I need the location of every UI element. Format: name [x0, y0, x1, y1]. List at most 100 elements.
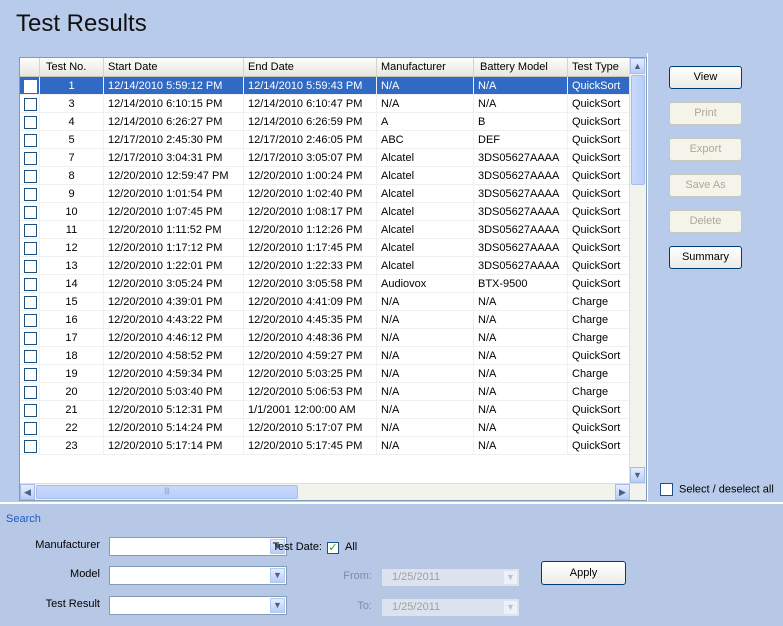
- test-date-label: Test Date:: [272, 541, 322, 553]
- table-row[interactable]: 21 12/20/2010 5:12:31 PM 1/1/2001 12:00:00…: [20, 401, 630, 419]
- row-checkbox[interactable]: [24, 242, 37, 255]
- cell-end-date: 12/20/2010 4:59:27 PM: [244, 347, 377, 365]
- scroll-left-icon[interactable]: ◀: [20, 484, 35, 500]
- header-battery-model[interactable]: Battery Model: [474, 58, 568, 76]
- view-button[interactable]: View: [669, 66, 742, 89]
- save-as-button[interactable]: Save As: [669, 174, 742, 197]
- row-checkbox[interactable]: [24, 368, 37, 381]
- header-test-type[interactable]: Test Type: [568, 58, 630, 76]
- cell-test-no: 16: [40, 311, 104, 329]
- table-row[interactable]: 17 12/20/2010 4:46:12 PM 12/20/2010 4:48:3…: [20, 329, 630, 347]
- cell-manufacturer: N/A: [377, 401, 474, 419]
- row-checkbox[interactable]: [24, 260, 37, 273]
- cell-start-date: 12/20/2010 1:17:12 PM: [104, 239, 244, 257]
- row-checkbox[interactable]: [24, 80, 37, 93]
- cell-end-date: 12/20/2010 1:02:40 PM: [244, 185, 377, 203]
- cell-test-no: 23: [40, 437, 104, 455]
- scroll-right-icon[interactable]: ▶: [615, 484, 630, 500]
- test-result-label: Test Result: [45, 598, 100, 610]
- row-checkbox[interactable]: [24, 188, 37, 201]
- from-date-picker[interactable]: 1/25/2011 ▼: [381, 568, 520, 587]
- scroll-up-icon[interactable]: ▲: [630, 58, 645, 74]
- row-checkbox[interactable]: [24, 386, 37, 399]
- to-date-picker[interactable]: 1/25/2011 ▼: [381, 598, 520, 617]
- cell-manufacturer: N/A: [377, 347, 474, 365]
- table-row[interactable]: 7 12/17/2010 3:04:31 PM 12/17/2010 3:05:07…: [20, 149, 630, 167]
- select-all-box[interactable]: [660, 483, 673, 496]
- table-row[interactable]: 4 12/14/2010 6:26:27 PM 12/14/2010 6:26:59…: [20, 113, 630, 131]
- row-checkbox[interactable]: [24, 314, 37, 327]
- row-checkbox[interactable]: [24, 296, 37, 309]
- row-checkbox-cell: [20, 419, 40, 437]
- select-all-checkbox[interactable]: Select / deselect all: [660, 483, 774, 496]
- cell-test-type: Charge: [568, 365, 630, 383]
- scroll-down-icon[interactable]: ▼: [630, 467, 645, 483]
- row-checkbox[interactable]: [24, 278, 37, 291]
- row-checkbox[interactable]: [24, 134, 37, 147]
- row-checkbox-cell: [20, 167, 40, 185]
- cell-start-date: 12/17/2010 3:04:31 PM: [104, 149, 244, 167]
- table-row[interactable]: 9 12/20/2010 1:01:54 PM 12/20/2010 1:02:40…: [20, 185, 630, 203]
- table-row[interactable]: 15 12/20/2010 4:39:01 PM 12/20/2010 4:41:0…: [20, 293, 630, 311]
- chevron-down-icon[interactable]: ▼: [503, 600, 518, 615]
- cell-test-no: 20: [40, 383, 104, 401]
- row-checkbox[interactable]: [24, 422, 37, 435]
- apply-button[interactable]: Apply: [541, 561, 626, 585]
- row-checkbox[interactable]: [24, 116, 37, 129]
- all-dates-checkbox[interactable]: ✓: [327, 542, 339, 554]
- table-row[interactable]: 12 12/20/2010 1:17:12 PM 12/20/2010 1:17:4…: [20, 239, 630, 257]
- cell-test-no: 21: [40, 401, 104, 419]
- horizontal-scrollbar[interactable]: ◀ ||| ▶: [20, 483, 646, 500]
- vertical-scrollbar[interactable]: ▲ ▼: [629, 58, 646, 483]
- model-combo[interactable]: ▼: [109, 566, 287, 585]
- test-result-combo[interactable]: ▼: [109, 596, 287, 615]
- row-checkbox[interactable]: [24, 152, 37, 165]
- table-row[interactable]: 14 12/20/2010 3:05:24 PM 12/20/2010 3:05:5…: [20, 275, 630, 293]
- table-row[interactable]: 18 12/20/2010 4:58:52 PM 12/20/2010 4:59:2…: [20, 347, 630, 365]
- cell-end-date: 12/20/2010 1:00:24 PM: [244, 167, 377, 185]
- horizontal-scroll-thumb[interactable]: |||: [36, 485, 298, 499]
- row-checkbox[interactable]: [24, 206, 37, 219]
- row-checkbox[interactable]: [24, 98, 37, 111]
- export-button[interactable]: Export: [669, 138, 742, 161]
- search-legend: Search: [6, 513, 41, 525]
- table-row[interactable]: 11 12/20/2010 1:11:52 PM 12/20/2010 1:12:2…: [20, 221, 630, 239]
- row-checkbox[interactable]: [24, 332, 37, 345]
- header-test-no[interactable]: Test No.: [40, 58, 104, 76]
- table-row[interactable]: 23 12/20/2010 5:17:14 PM 12/20/2010 5:17:4…: [20, 437, 630, 455]
- cell-manufacturer: N/A: [377, 419, 474, 437]
- table-row[interactable]: 8 12/20/2010 12:59:47 PM 12/20/2010 1:00:2…: [20, 167, 630, 185]
- table-row[interactable]: 13 12/20/2010 1:22:01 PM 12/20/2010 1:22:3…: [20, 257, 630, 275]
- table-row[interactable]: 1 12/14/2010 5:59:12 PM 12/14/2010 5:59:43…: [20, 77, 630, 95]
- table-row[interactable]: 5 12/17/2010 2:45:30 PM 12/17/2010 2:46:05…: [20, 131, 630, 149]
- table-row[interactable]: 20 12/20/2010 5:03:40 PM 12/20/2010 5:06:5…: [20, 383, 630, 401]
- vertical-scroll-thumb[interactable]: [631, 75, 645, 185]
- table-row[interactable]: 3 12/14/2010 6:10:15 PM 12/14/2010 6:10:47…: [20, 95, 630, 113]
- row-checkbox-cell: [20, 257, 40, 275]
- grid-header: Test No. Start Date End Date Manufacture…: [20, 58, 630, 77]
- row-checkbox[interactable]: [24, 170, 37, 183]
- delete-button[interactable]: Delete: [669, 210, 742, 233]
- cell-end-date: 1/1/2001 12:00:00 AM: [244, 401, 377, 419]
- cell-battery-model: 3DS05627AAAA: [474, 257, 568, 275]
- cell-test-no: 15: [40, 293, 104, 311]
- cell-test-type: QuickSort: [568, 347, 630, 365]
- row-checkbox[interactable]: [24, 440, 37, 453]
- table-row[interactable]: 22 12/20/2010 5:14:24 PM 12/20/2010 5:17:0…: [20, 419, 630, 437]
- chevron-down-icon[interactable]: ▼: [503, 570, 518, 585]
- cell-test-no: 1: [40, 77, 104, 95]
- header-manufacturer[interactable]: Manufacturer: [377, 58, 474, 76]
- row-checkbox[interactable]: [24, 224, 37, 237]
- table-row[interactable]: 10 12/20/2010 1:07:45 PM 12/20/2010 1:08:1…: [20, 203, 630, 221]
- header-end-date[interactable]: End Date: [244, 58, 377, 76]
- results-grid[interactable]: Test No. Start Date End Date Manufacture…: [19, 57, 647, 501]
- row-checkbox[interactable]: [24, 350, 37, 363]
- header-start-date[interactable]: Start Date: [104, 58, 244, 76]
- cell-test-no: 14: [40, 275, 104, 293]
- table-row[interactable]: 16 12/20/2010 4:43:22 PM 12/20/2010 4:45:3…: [20, 311, 630, 329]
- table-row[interactable]: 19 12/20/2010 4:59:34 PM 12/20/2010 5:03:2…: [20, 365, 630, 383]
- row-checkbox[interactable]: [24, 404, 37, 417]
- from-label: From:: [343, 570, 372, 582]
- print-button[interactable]: Print: [669, 102, 742, 125]
- summary-button[interactable]: Summary: [669, 246, 742, 269]
